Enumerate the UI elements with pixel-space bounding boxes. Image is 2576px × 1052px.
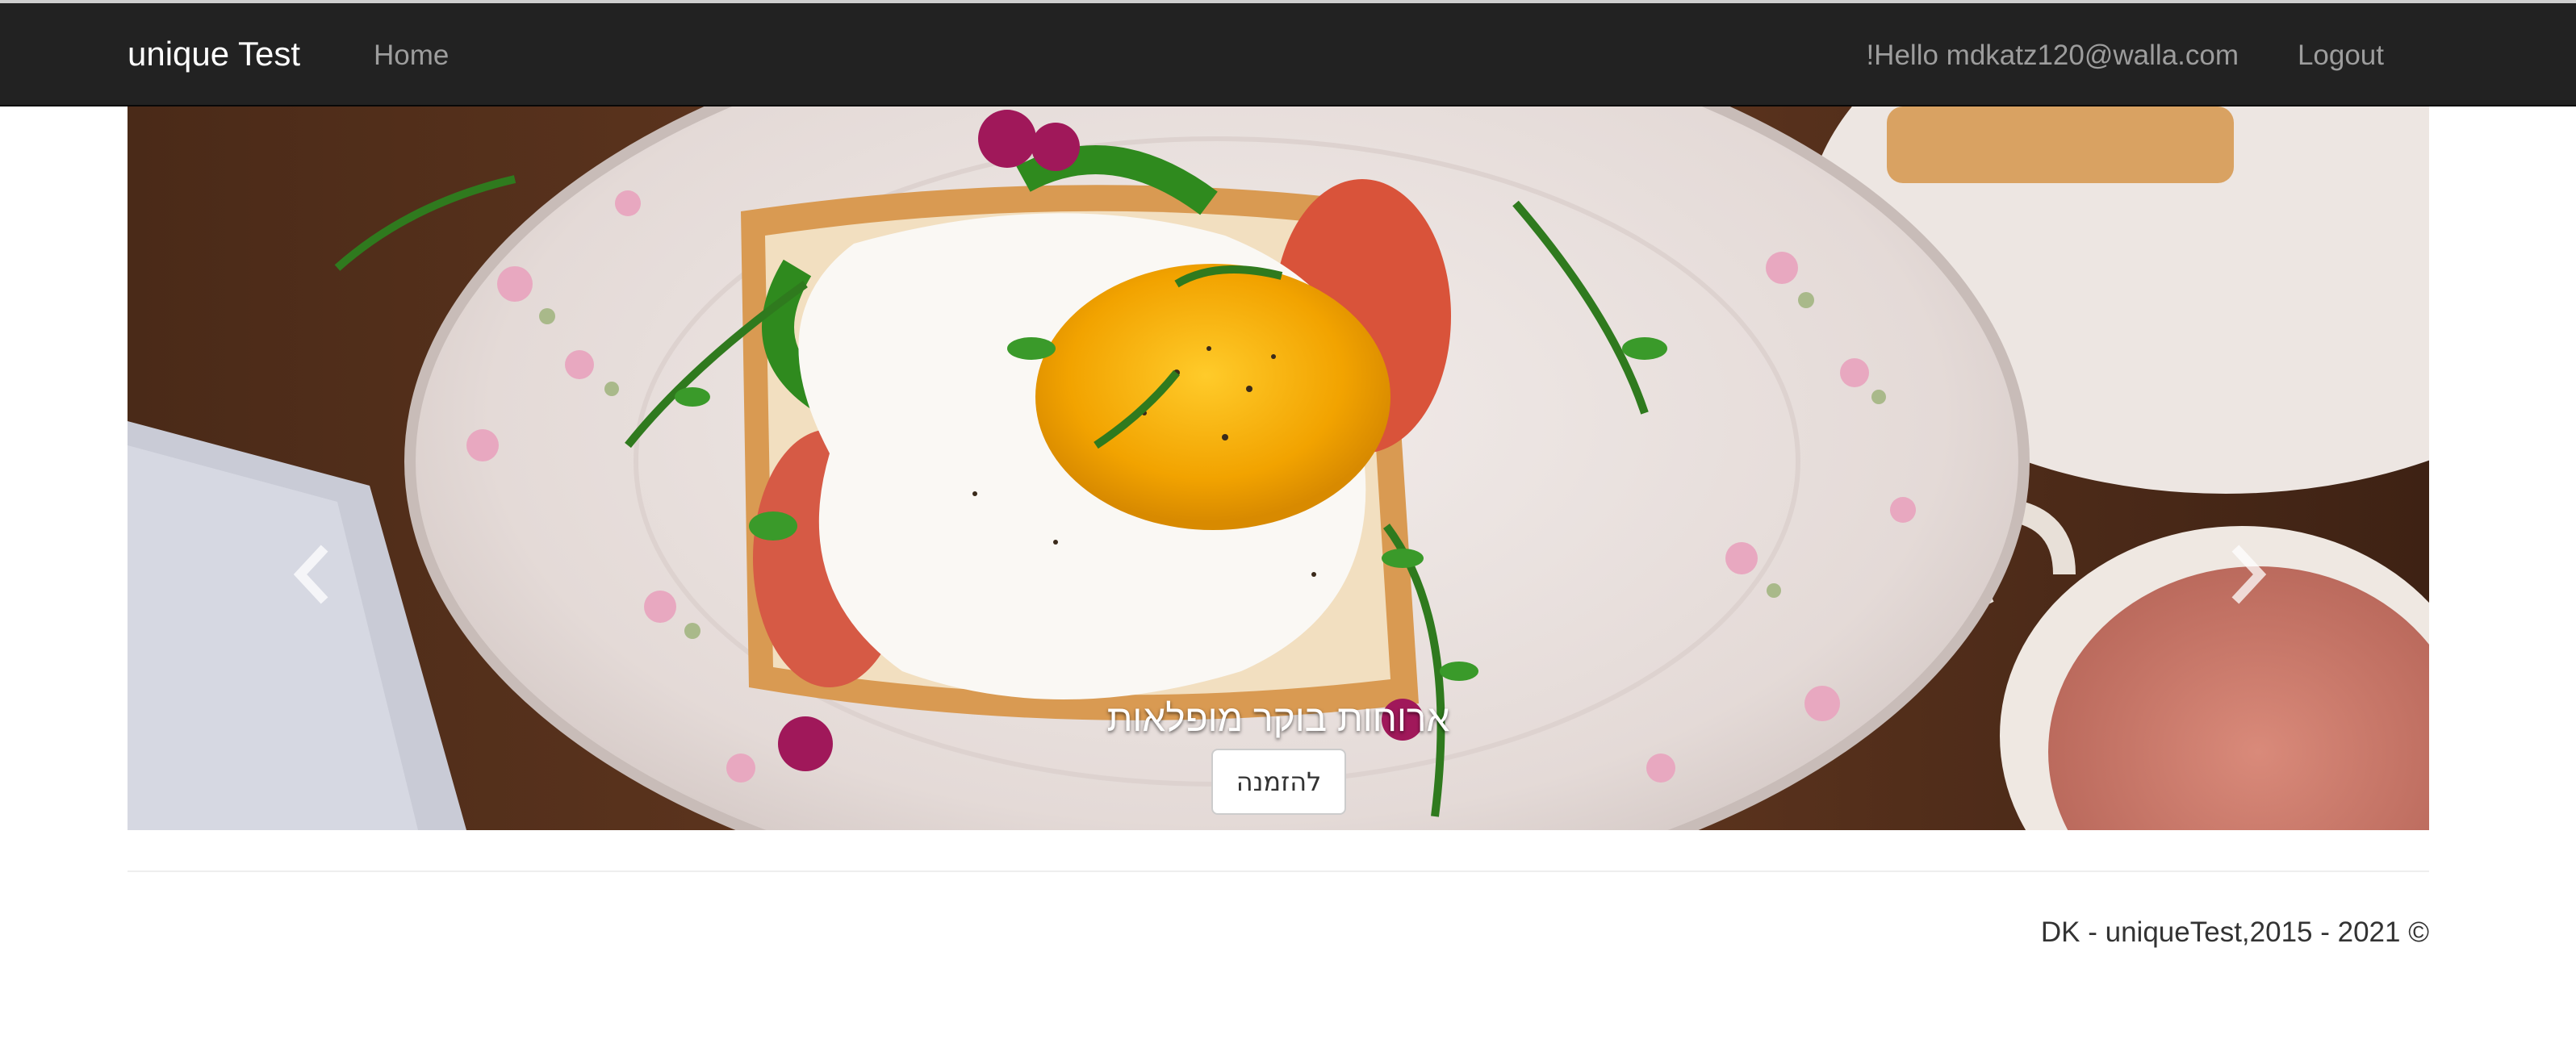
- brand-link[interactable]: unique Test: [128, 34, 300, 74]
- nav-home-link[interactable]: Home: [374, 39, 449, 73]
- footer-divider: [128, 870, 2429, 872]
- order-button[interactable]: להזמנה: [1211, 749, 1346, 815]
- carousel-prev-icon[interactable]: [286, 542, 334, 607]
- breakfast-carousel: ארוחות בוקר מופלאות להזמנה: [128, 106, 2429, 830]
- footer-copyright: DK - uniqueTest,2015 - 2021 ©: [2040, 916, 2429, 948]
- user-greeting-link[interactable]: !Hello mdkatz120@walla.com: [1866, 39, 2239, 73]
- top-navbar: unique Test Home !Hello mdkatz120@walla.…: [0, 0, 2576, 106]
- carousel-next-icon[interactable]: [2226, 542, 2274, 607]
- logout-link[interactable]: Logout: [2298, 39, 2384, 73]
- carousel-caption: ארוחות בוקר מופלאות: [1106, 697, 1450, 739]
